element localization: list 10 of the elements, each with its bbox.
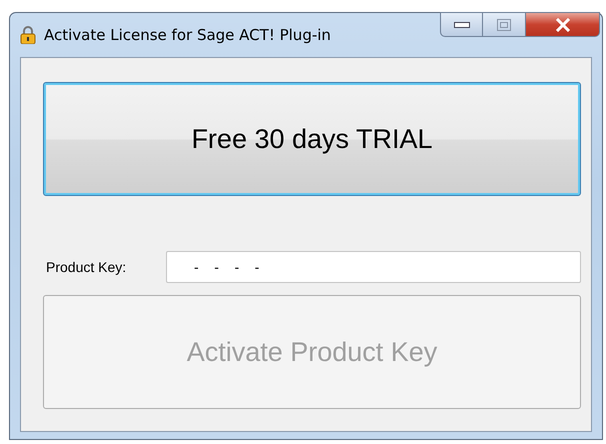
- trial-button[interactable]: Free 30 days TRIAL: [43, 82, 581, 196]
- close-icon: [554, 18, 570, 32]
- padlock-icon: [20, 26, 36, 44]
- maximize-icon: [497, 18, 511, 30]
- minimize-button[interactable]: [440, 12, 483, 37]
- minimize-icon: [454, 22, 470, 28]
- product-key-label: Product Key:: [45, 259, 128, 275]
- window-title: Activate License for Sage ACT! Plug-in: [44, 26, 331, 44]
- product-key-field[interactable]: - - - -: [166, 251, 581, 283]
- close-button[interactable]: [526, 12, 600, 37]
